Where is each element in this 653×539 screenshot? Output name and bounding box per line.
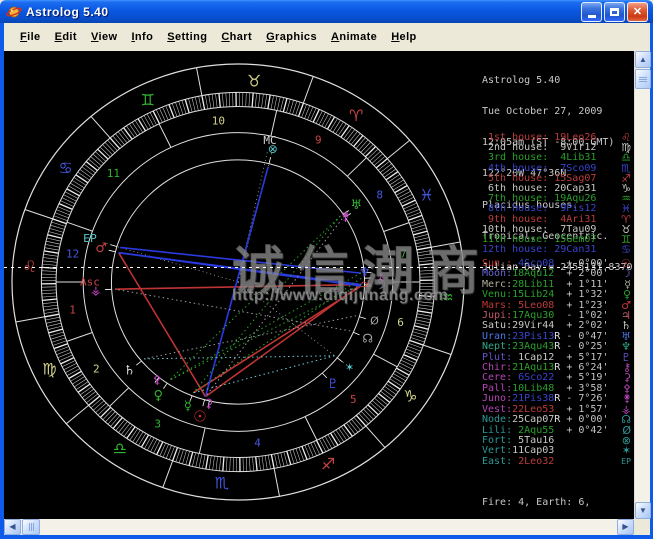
plut-wheel-icon: ♇ [327,377,339,392]
leo-sign-icon: ♌ [22,257,36,276]
house-number-8: 8 [376,189,383,202]
pall-wheel-icon: ⚴ [153,372,162,386]
title-bar: Astrolog 5.40 ✕ [0,0,653,23]
menu-item-view[interactable]: View [84,29,124,45]
menu-bar: File Edit View Info Setting Chart Graphics Anim… [4,23,650,51]
east-icon: EP [621,456,631,466]
house-number-4: 4 [254,436,261,449]
chart-wheel: ♈♉♊♋♌♍♎♏♐♑♒♓123456789101112☉☽☿♀♂♃♄♅♆♇⚷⚳⚴… [11,63,465,501]
close-button[interactable]: ✕ [627,2,648,22]
scroll-right-button[interactable]: ▶ [617,519,634,535]
planet-row: East: 2Leo32 EP [482,455,631,467]
totals-fire-earth: Fire: 4, Earth: 6, [482,497,591,509]
scorpio-sign-icon: ♏ [215,474,229,493]
aspect-line-uran-venu [168,215,341,381]
scroll-left-button[interactable]: ◀ [4,519,21,535]
horizontal-scroll-thumb[interactable] [22,519,40,535]
lili-wheel-icon: Ø [370,315,379,328]
menu-item-info[interactable]: Info [124,29,160,45]
east-wheel-icon: EP [83,232,97,245]
asc-label: Asc [80,276,100,289]
juno-wheel-icon: ⚵ [341,210,350,224]
vertical-scrollbar[interactable]: ▲ ▼ [634,51,651,519]
capricorn-sign-icon: ♑ [403,387,417,406]
vert-wheel-icon: ✶ [345,361,354,374]
aspect-line-vert-satu [144,355,335,360]
house-row: 12th house: 29Can31 ♋ [482,243,631,257]
house-number-9: 9 [315,133,322,146]
maximize-button[interactable] [604,2,625,22]
info-panel: Astrolog 5.40 Tue October 27, 2009 12:05… [478,51,634,519]
element-totals: Fire: 4, Earth: 6, Air : 8, Water: 4 Car… [482,477,620,519]
nept-wheel-icon: ♆ [359,265,371,280]
menu-item-help[interactable]: Help [384,29,423,45]
aquarius-sign-icon: ♒ [439,288,453,307]
astrolog-window: Astrolog 5.40 ✕ File Edit View Info Setting C… [0,0,653,539]
house-number-1: 1 [69,303,76,316]
planet-list: Sun : 4Sco08 + 0°00' ☉ Moon:18Aqu12 + 2°00… [482,258,632,467]
house-number-5: 5 [350,393,357,406]
app-icon [6,6,22,17]
close-icon: ✕ [632,5,643,18]
aspect-line-juno-sun [205,218,343,397]
window-border-bottom [0,535,653,539]
aspect-line-vest-moon [115,283,362,290]
cere-wheel-icon: ⚳ [204,396,213,410]
satu-wheel-icon: ♄ [124,363,136,378]
gemini-sign-icon: ♊ [141,91,155,110]
thumb-grip [30,523,32,531]
house-number-6: 6 [397,316,404,329]
minimize-button[interactable] [581,2,602,22]
jupi-wheel-icon: ♃ [359,279,371,294]
date-line: Tue October 27, 2009 [482,106,603,118]
scroll-up-button[interactable]: ▲ [635,51,651,68]
uran-wheel-icon: ♅ [351,198,363,213]
menu-item-file[interactable]: File [13,29,48,45]
zodiac-sign-icon: ♋ [621,243,631,257]
menu-item-graphics[interactable]: Graphics [259,29,324,45]
client-area: ♈ ♉ ♊ ♋ ♌ ♍ ♎ ♏ ♐ ♑ ♒ ♓ 1 2 3 4 5 6 7 8 9 10 11 12 ☉ ☽ ☿ ♀ ♂ ♃ ♄ ♅ ♆ ♇ ⚷ ⚳ ⚴… [4,51,634,519]
vert-icon: ✶ [621,444,631,458]
minimize-icon [587,15,596,18]
aries-sign-icon: ♈ [349,106,363,125]
mars-wheel-icon: ♂ [95,241,107,256]
house-number-10: 10 [212,115,225,128]
house-number-12: 12 [66,247,79,260]
vertical-scroll-thumb[interactable] [635,69,651,89]
house-number-2: 2 [93,362,100,375]
cancer-sign-icon: ♋ [58,158,72,177]
angle-labels: Asc MC [80,134,277,289]
menu-item-edit[interactable]: Edit [48,29,84,45]
chir-wheel-icon: ⚷ [376,271,385,285]
house-number-7: 7 [400,248,407,261]
horizontal-scrollbar[interactable]: ◀ ▶ [4,519,634,535]
merc-wheel-icon: ☿ [184,399,192,414]
scrollbar-corner [634,519,650,535]
pisces-sign-icon: ♓ [419,185,433,204]
thumb-grip [639,78,647,80]
menu-item-animate[interactable]: Animate [324,29,384,45]
aspect-line-chir-merc [193,277,362,394]
menu-item-chart[interactable]: Chart [214,29,259,45]
taurus-sign-icon: ♉ [247,71,261,90]
virgo-sign-icon: ♍ [42,360,56,379]
aspect-line-moon-venu [168,284,362,381]
maximize-icon [610,8,619,16]
window-title: Astrolog 5.40 [26,4,109,19]
venu-wheel-icon: ♀ [154,388,164,403]
aspect-line-fort-sun [204,166,269,397]
aspect-line-lili-satu [143,315,357,360]
house-number-11: 11 [107,167,120,180]
house-number-3: 3 [154,418,161,431]
app-version-line: Astrolog 5.40 [482,74,561,86]
scroll-down-button[interactable]: ▼ [635,502,651,519]
house-list: 1st house: 19Leo26 ♌ 2nd house: 9Vir12 ♍ 3… [482,132,632,257]
menu-item-setting[interactable]: Setting [160,29,214,45]
node-wheel-icon: ☊ [362,332,373,346]
mc-label: MC [263,134,276,147]
libra-sign-icon: ♎ [113,439,127,458]
sagittarius-sign-icon: ♐ [321,454,335,473]
